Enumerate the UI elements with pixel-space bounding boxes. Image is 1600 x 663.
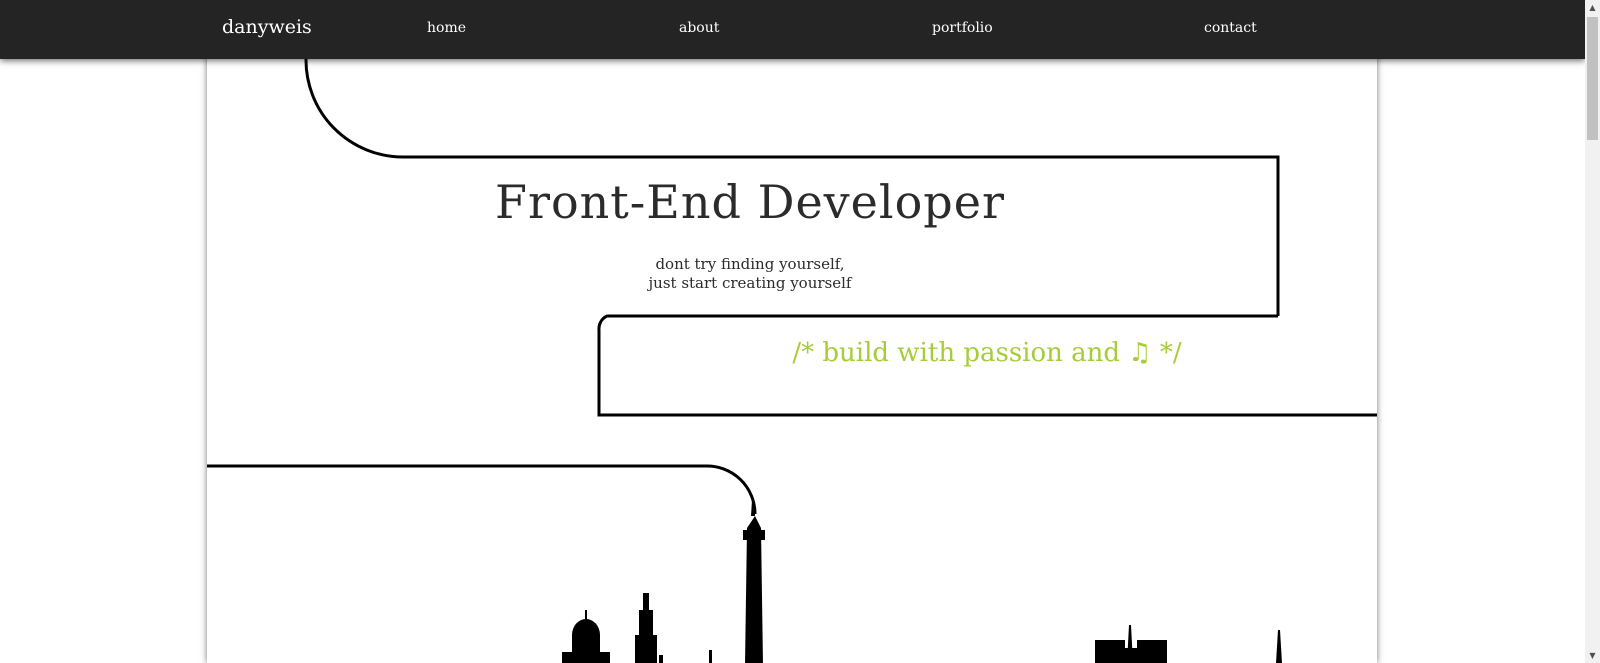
motto-quote: dont try finding yourself, just start cr…: [165, 255, 1335, 293]
nav-link-home[interactable]: home: [427, 20, 466, 36]
scrollbar-thumb[interactable]: [1587, 17, 1598, 140]
motto-line-1: dont try finding yourself,: [655, 255, 845, 273]
scroll-down-arrow-icon[interactable]: ▼: [1585, 648, 1600, 663]
nav-link-about[interactable]: about: [679, 20, 719, 36]
scroll-up-arrow-icon[interactable]: ▲: [1585, 0, 1600, 15]
tagline: /* build with passion and ♫ */: [792, 338, 1182, 368]
viewport: danyweis home about portfolio contact Fr…: [0, 0, 1600, 663]
page-title: Front-End Developer: [495, 175, 1005, 229]
vertical-scrollbar[interactable]: ▲ ▼: [1585, 0, 1600, 663]
page-container: Front-End Developer dont try finding you…: [207, 0, 1377, 663]
nav-link-contact[interactable]: contact: [1204, 20, 1257, 36]
city-skyline-illustration: [562, 500, 1282, 663]
nav-link-portfolio[interactable]: portfolio: [932, 20, 993, 36]
brand-logo-link[interactable]: danyweis: [222, 16, 312, 38]
motto-line-2: just start creating yourself: [648, 274, 852, 292]
top-navbar: danyweis home about portfolio contact: [0, 0, 1585, 59]
